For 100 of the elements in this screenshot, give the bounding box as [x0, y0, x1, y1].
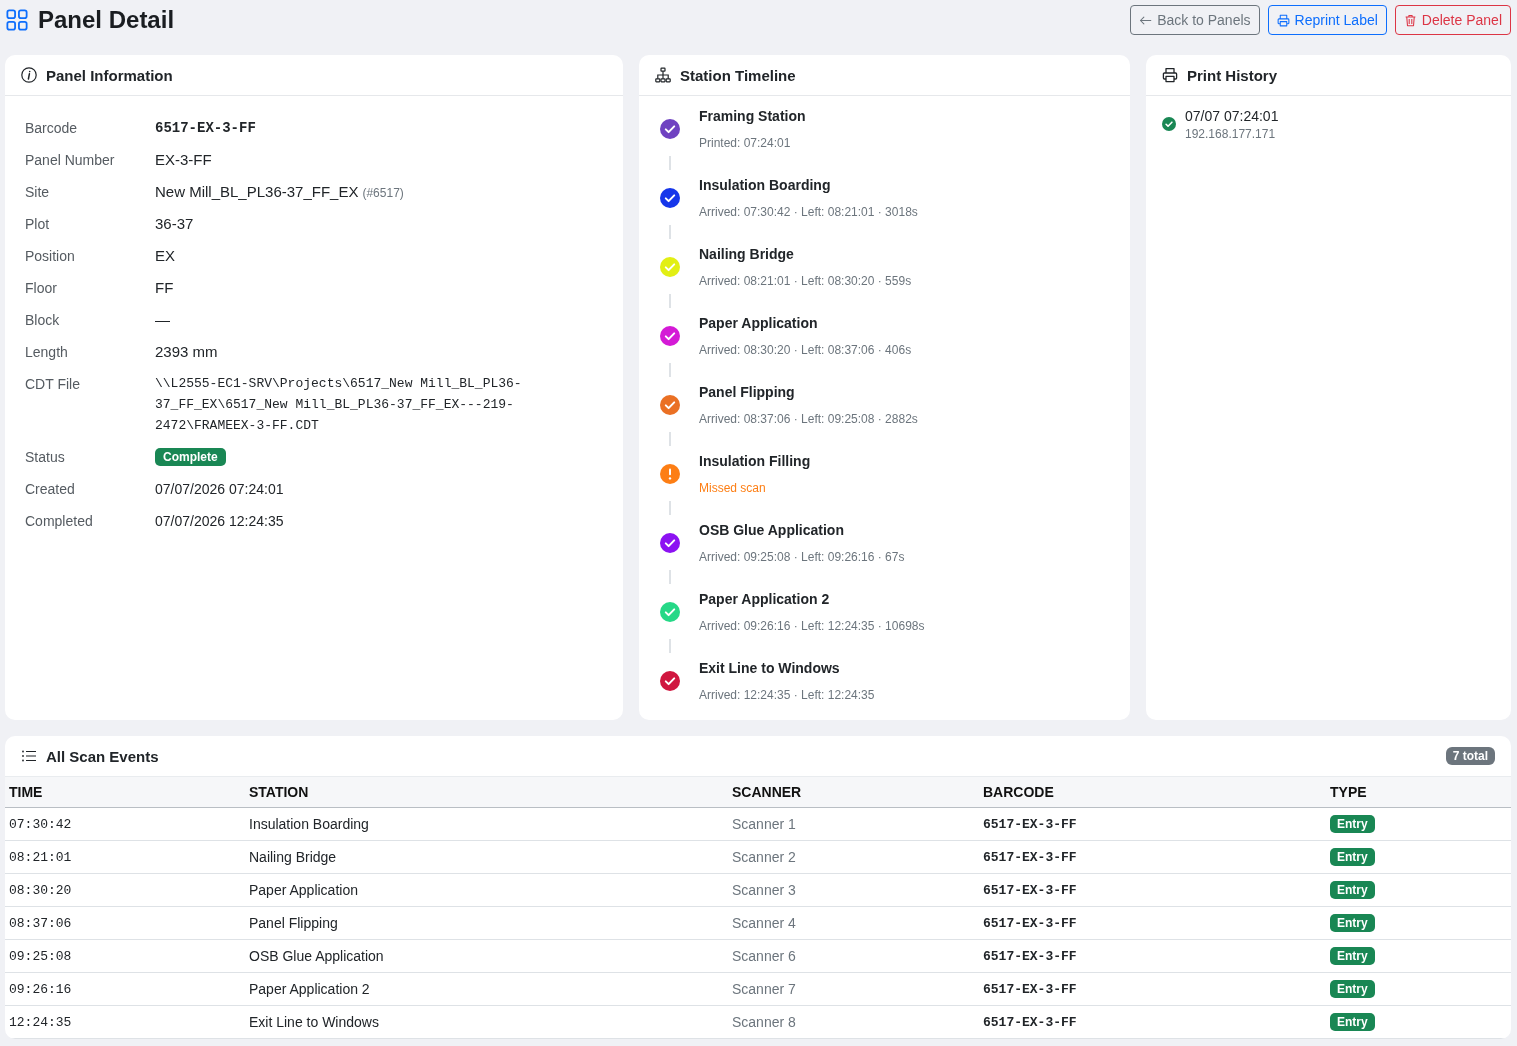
- page-title: Panel Detail: [38, 6, 175, 34]
- field-label: Completed: [25, 512, 94, 531]
- card-title: Print History: [1187, 66, 1277, 84]
- table-cell: Scanner 1: [728, 807, 979, 841]
- type-badge: Entry: [1330, 980, 1375, 998]
- column-header: TYPE: [1326, 776, 1511, 808]
- list-icon: [21, 748, 37, 764]
- table-cell: OSB Glue Application: [245, 939, 728, 973]
- field-label: Status: [25, 448, 66, 467]
- table-cell: 09:26:16: [5, 972, 245, 1006]
- grid-icon: [6, 9, 28, 31]
- table-cell: 08:21:01: [5, 840, 245, 874]
- field-label: Created: [25, 480, 76, 499]
- status-badge: Complete: [155, 448, 226, 466]
- field-label: CDT File: [25, 375, 81, 394]
- site-id-note: (#6517): [362, 186, 404, 200]
- type-badge: Entry: [1330, 947, 1375, 965]
- station-detail: Arrived: 08:30:20 · Left: 08:37:06 · 406s: [699, 342, 912, 359]
- info-icon: [21, 67, 37, 83]
- station-name: Panel Flipping: [699, 383, 796, 402]
- table-cell: 08:37:06: [5, 906, 245, 940]
- station-name: Framing Station: [699, 107, 806, 126]
- field-value: —: [155, 310, 170, 330]
- back-button[interactable]: Back to Panels: [1130, 5, 1260, 35]
- station-detail: Missed scan: [699, 480, 767, 497]
- field-label: Position: [25, 247, 76, 266]
- field-value: 07/07/2026 07:24:01: [155, 480, 284, 499]
- station-detail: Arrived: 09:26:16 · Left: 12:24:35 · 10698s: [699, 618, 925, 635]
- field-label: Barcode: [25, 119, 79, 138]
- ip-address: 192.168.177.171: [1185, 126, 1277, 142]
- field-value: New Mill_BL_PL36-37_FF_EX: [155, 182, 359, 202]
- table-cell: Paper Application 2: [245, 972, 728, 1006]
- field-label: Site: [25, 183, 51, 202]
- card-title: All Scan Events: [46, 747, 159, 765]
- station-detail: Arrived: 12:24:35 · Left: 12:24:35: [699, 687, 875, 704]
- delete-button[interactable]: Delete Panel: [1394, 5, 1511, 35]
- table-cell: 6517-EX-3-FF: [979, 1005, 1326, 1039]
- station-detail: Arrived: 08:37:06 · Left: 09:25:08 · 2882s: [699, 411, 918, 428]
- table-cell: 6517-EX-3-FF: [979, 939, 1326, 973]
- trash-icon: [1403, 13, 1417, 27]
- field-value: 2393 mm: [155, 342, 218, 362]
- table-cell: 12:24:35: [5, 1005, 245, 1039]
- card-title: Panel Information: [46, 66, 173, 84]
- field-value: 6517-EX-3-FF: [155, 119, 256, 138]
- station-name: Insulation Filling: [699, 452, 811, 471]
- station-name: Exit Line to Windows: [699, 659, 841, 678]
- table-cell: 6517-EX-3-FF: [979, 972, 1326, 1006]
- station-detail: Arrived: 09:25:08 · Left: 09:26:16 · 67s: [699, 549, 905, 566]
- station-name: Insulation Boarding: [699, 176, 832, 195]
- station-name: Nailing Bridge: [699, 245, 795, 264]
- table-cell: 6517-EX-3-FF: [979, 873, 1326, 907]
- check-circle-icon: [1162, 117, 1176, 131]
- table-cell: Scanner 2: [728, 840, 979, 874]
- field-value: FF: [155, 278, 174, 298]
- type-badge: Entry: [1330, 1013, 1375, 1031]
- field-value: 07/07/2026 12:24:35: [155, 512, 284, 531]
- table-cell: Insulation Boarding: [245, 807, 728, 841]
- field-value: EX-3-FF: [155, 150, 212, 170]
- station-detail: Arrived: 07:30:42 · Left: 08:21:01 · 3018s: [699, 204, 918, 221]
- station-detail: Arrived: 08:21:01 · Left: 08:30:20 · 559s: [699, 273, 912, 290]
- table-cell: Scanner 6: [728, 939, 979, 973]
- card-title: Station Timeline: [680, 66, 796, 84]
- printer-icon: [1162, 67, 1178, 83]
- table-cell: 6517-EX-3-FF: [979, 807, 1326, 841]
- field-value: EX: [155, 246, 175, 266]
- field-label: Length: [25, 343, 69, 362]
- table-cell: Scanner 8: [728, 1005, 979, 1039]
- table-cell: Exit Line to Windows: [245, 1005, 728, 1039]
- table-cell: 09:25:08: [5, 939, 245, 973]
- station-name: OSB Glue Application: [699, 521, 845, 540]
- printer-icon: [1276, 13, 1290, 27]
- field-label: Plot: [25, 215, 51, 234]
- table-cell: Panel Flipping: [245, 906, 728, 940]
- column-header: BARCODE: [979, 776, 1326, 808]
- table-cell: 6517-EX-3-FF: [979, 906, 1326, 940]
- table-cell: 6517-EX-3-FF: [979, 840, 1326, 874]
- table-cell: Scanner 7: [728, 972, 979, 1006]
- column-header: SCANNER: [728, 776, 979, 808]
- type-badge: Entry: [1330, 914, 1375, 932]
- field-label: Panel Number: [25, 151, 116, 170]
- type-badge: Entry: [1330, 815, 1375, 833]
- table-cell: 07:30:42: [5, 807, 245, 841]
- table-cell: Scanner 4: [728, 906, 979, 940]
- field-label: Block: [25, 311, 61, 330]
- count-badge: 7 total: [1445, 747, 1495, 765]
- print-time: 07/07 07:24:01: [1185, 107, 1279, 126]
- table-cell: Nailing Bridge: [245, 840, 728, 874]
- field-value: \\L2555-EC1-SRV\Projects\6517_New Mill_BL_PL36-37_FF_EX\6517_New Mill_BL_PL36-37_FF_EX---219-2472\FRAMEEX-3-FF.CDT: [155, 375, 523, 435]
- type-badge: Entry: [1330, 881, 1375, 899]
- field-label: Floor: [25, 279, 58, 298]
- column-header: TIME: [5, 776, 245, 808]
- table-cell: Scanner 3: [728, 873, 979, 907]
- station-name: Paper Application: [699, 314, 819, 333]
- hierarchy-icon: [655, 67, 671, 83]
- reprint-button[interactable]: Reprint Label: [1267, 5, 1387, 35]
- table-cell: Paper Application: [245, 873, 728, 907]
- station-name: Paper Application 2: [699, 590, 831, 609]
- column-header: STATION: [245, 776, 728, 808]
- type-badge: Entry: [1330, 848, 1375, 866]
- table-cell: 08:30:20: [5, 873, 245, 907]
